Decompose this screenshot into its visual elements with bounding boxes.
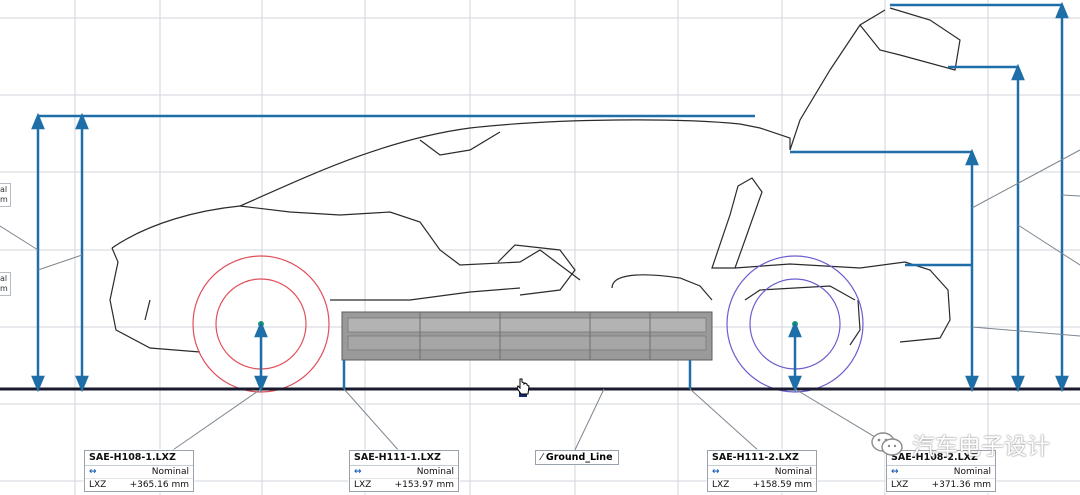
watermark-text: 汽车电子设计 [912, 434, 1050, 460]
callout-value-row: LXZ +371.36 mm [887, 479, 995, 491]
callout-row-label: LXZ [891, 480, 909, 490]
callout-value-row: LXZ +153.97 mm [350, 479, 458, 491]
callout-value-row: LXZ +158.59 mm [708, 479, 816, 491]
vehicle-outline [109, 7, 961, 353]
callout-header-label: Nominal [416, 467, 454, 477]
side-tag-text: al m [0, 274, 8, 293]
dimension-icon: ↔ [354, 467, 362, 477]
left-side-tag-upper: al m [0, 183, 11, 207]
callout-header-label: Nominal [774, 467, 812, 477]
callout-header-label: Nominal [151, 467, 189, 477]
callout-value-row: LXZ +365.16 mm [85, 479, 193, 491]
callout-header-row: ↔ Nominal [708, 466, 816, 479]
callout-title: SAE-H111-2.LXZ [708, 451, 816, 466]
callout-row-label: LXZ [712, 480, 730, 490]
cad-viewport[interactable] [0, 0, 1080, 495]
callout-row-label: LXZ [354, 480, 372, 490]
left-side-tag-lower: al m [0, 272, 11, 296]
callout-value: +153.97 mm [394, 480, 454, 490]
line-icon: ⁄ [541, 452, 543, 463]
callout-header-row: ↔ Nominal [887, 466, 995, 479]
dimension-icon: ↔ [891, 467, 899, 477]
callout-header-row: ↔ Nominal [85, 466, 193, 479]
watermark: 汽车电子设计 [870, 427, 1050, 461]
callout-row-label: LXZ [89, 480, 107, 490]
ground-line-tag[interactable]: ⁄ Ground_Line [535, 450, 619, 465]
leader-lines [0, 149, 1080, 453]
callout-value: +365.16 mm [129, 480, 189, 490]
callout-sae-h108-1[interactable]: SAE-H108-1.LXZ ↔ Nominal LXZ +365.16 mm [84, 450, 194, 492]
callout-header-row: ↔ Nominal [350, 466, 458, 479]
callout-title: SAE-H108-1.LXZ [85, 451, 193, 466]
side-tag-text: al m [0, 185, 8, 204]
callout-sae-h111-1[interactable]: SAE-H111-1.LXZ ↔ Nominal LXZ +153.97 mm [349, 450, 459, 492]
ground-line-label: Ground_Line [545, 452, 613, 463]
hand-cursor-icon [516, 378, 530, 395]
callout-value: +158.59 mm [752, 480, 812, 490]
callout-header-label: Nominal [953, 467, 991, 477]
wechat-icon [871, 432, 903, 456]
callout-sae-h111-2[interactable]: SAE-H111-2.LXZ ↔ Nominal LXZ +158.59 mm [707, 450, 817, 492]
sill-part [341, 311, 713, 361]
dimension-icon: ↔ [712, 467, 720, 477]
callout-title: SAE-H111-1.LXZ [350, 451, 458, 466]
dimension-icon: ↔ [89, 467, 97, 477]
callout-value: +371.36 mm [931, 480, 991, 490]
